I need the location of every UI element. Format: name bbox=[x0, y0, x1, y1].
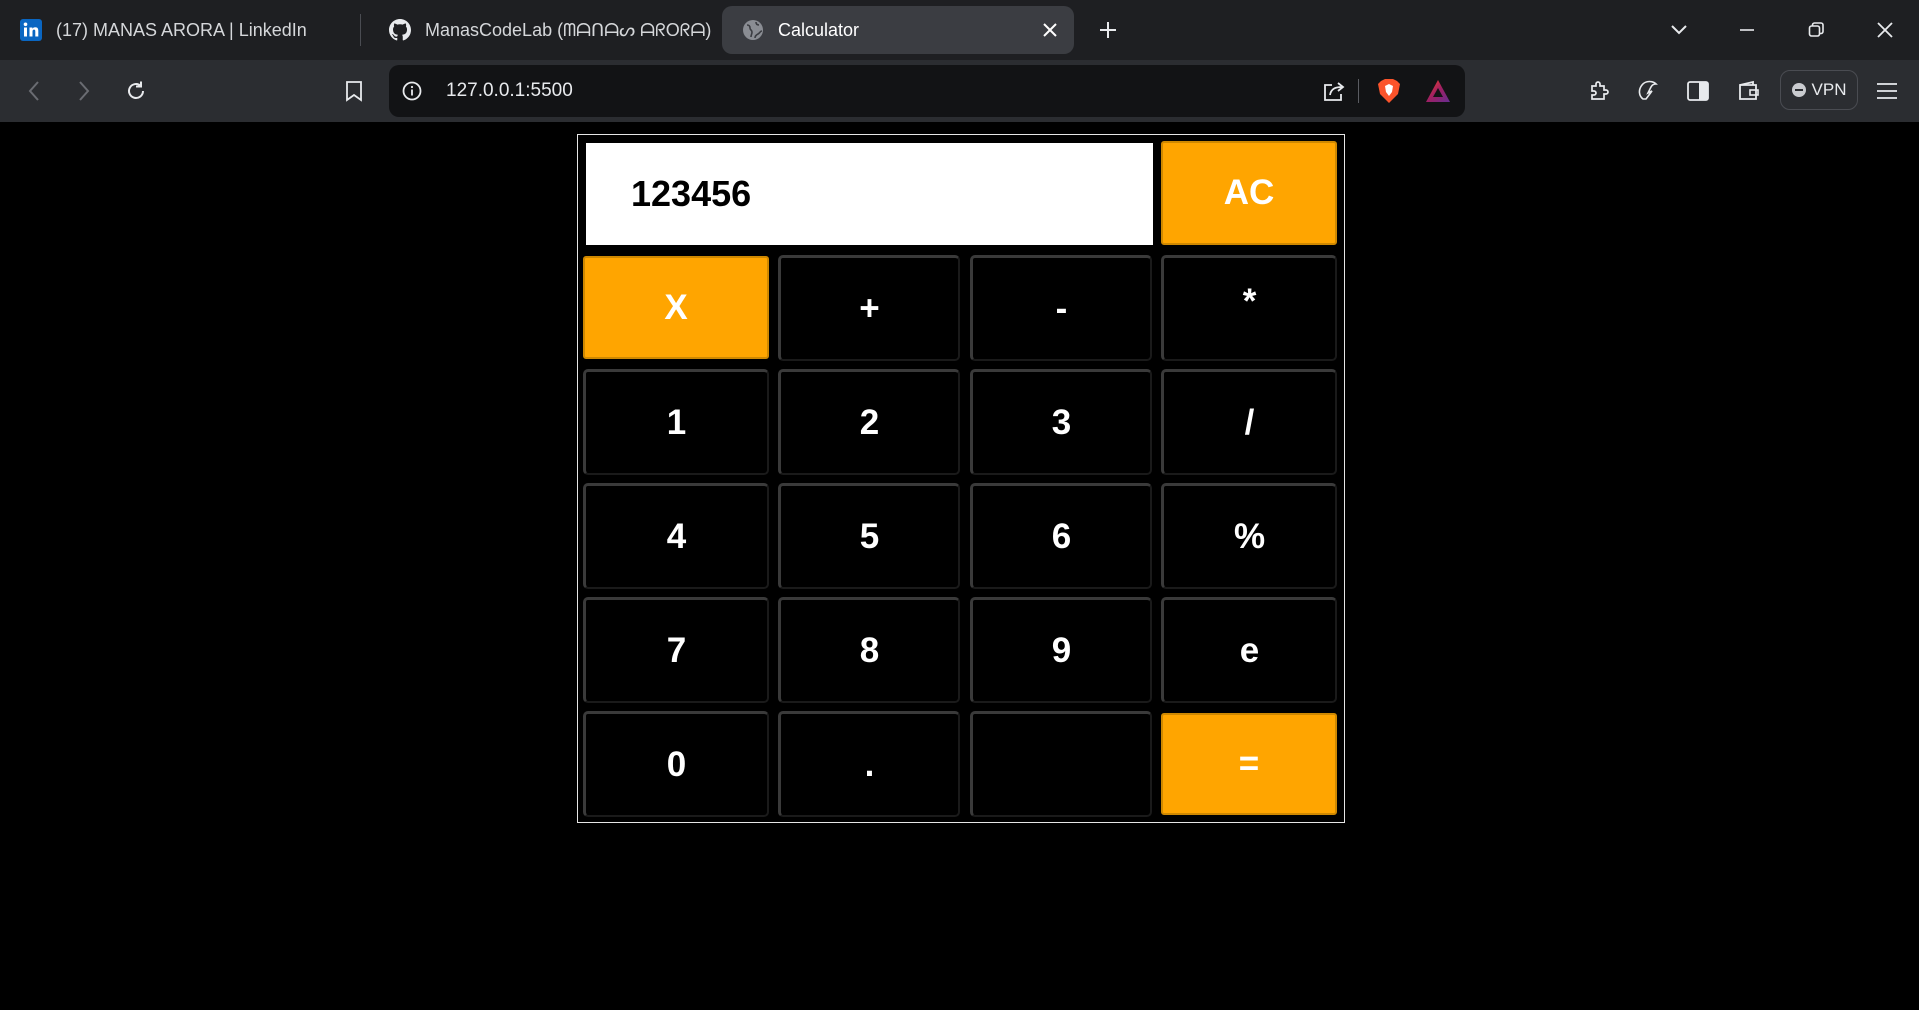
linkedin-icon bbox=[20, 19, 42, 41]
tab-strip: (17) MANAS ARORA | LinkedIn ManasCodeLab… bbox=[0, 0, 1919, 60]
restore-button[interactable] bbox=[1796, 10, 1836, 50]
calculator-display[interactable] bbox=[586, 143, 1153, 245]
key-6[interactable]: 6 bbox=[970, 483, 1152, 589]
key-equals[interactable]: = bbox=[1161, 713, 1337, 815]
brave-rewards-icon[interactable] bbox=[1421, 74, 1455, 108]
minimize-icon bbox=[1740, 29, 1754, 31]
key-blank[interactable] bbox=[970, 711, 1152, 817]
key-ac[interactable]: AC bbox=[1161, 141, 1337, 245]
key-subtract[interactable]: - bbox=[970, 255, 1152, 361]
tab-linkedin[interactable]: (17) MANAS ARORA | LinkedIn bbox=[0, 6, 356, 54]
reload-button[interactable] bbox=[118, 73, 154, 109]
leo-button[interactable] bbox=[1630, 73, 1666, 109]
hamburger-menu-icon bbox=[1877, 83, 1897, 99]
key-add[interactable]: + bbox=[778, 255, 960, 361]
leo-icon bbox=[1638, 80, 1658, 100]
key-2[interactable]: 2 bbox=[778, 369, 960, 475]
key-0[interactable]: 0 bbox=[583, 711, 769, 817]
main-menu-button[interactable] bbox=[1869, 73, 1905, 109]
forward-button[interactable] bbox=[66, 73, 102, 109]
minimize-button[interactable] bbox=[1727, 10, 1767, 50]
calculator: AC X + - * 1 2 3 / 4 5 6 % 7 8 9 e 0 . = bbox=[577, 134, 1345, 823]
key-decimal[interactable]: . bbox=[778, 711, 960, 817]
key-4[interactable]: 4 bbox=[583, 483, 769, 589]
restore-icon bbox=[1808, 22, 1824, 37]
tab-calculator[interactable]: Calculator bbox=[722, 6, 1074, 54]
share-icon[interactable] bbox=[1317, 74, 1351, 108]
arrow-left-icon bbox=[28, 81, 39, 101]
wallet-icon bbox=[1739, 80, 1759, 100]
bookmark-button[interactable] bbox=[336, 73, 372, 109]
github-icon bbox=[389, 19, 411, 41]
new-tab-button[interactable] bbox=[1092, 14, 1124, 46]
key-5[interactable]: 5 bbox=[778, 483, 960, 589]
key-divide[interactable]: / bbox=[1161, 369, 1337, 475]
key-percent[interactable]: % bbox=[1161, 483, 1337, 589]
vpn-status-icon bbox=[1791, 83, 1806, 97]
puzzle-icon bbox=[1591, 81, 1609, 100]
extensions-button[interactable] bbox=[1582, 73, 1618, 109]
wallet-button[interactable] bbox=[1731, 73, 1767, 109]
key-9[interactable]: 9 bbox=[970, 597, 1152, 703]
vpn-button[interactable]: VPN bbox=[1780, 70, 1858, 110]
info-icon[interactable] bbox=[395, 74, 429, 108]
address-bar[interactable]: 127.0.0.1:5500 bbox=[389, 65, 1465, 117]
bookmark-icon bbox=[346, 81, 362, 102]
back-button[interactable] bbox=[16, 73, 52, 109]
globe-icon bbox=[742, 19, 764, 41]
key-3[interactable]: 3 bbox=[970, 369, 1152, 475]
tab-title: Calculator bbox=[778, 19, 860, 40]
omnibox-divider bbox=[1358, 79, 1359, 103]
brave-shields-icon[interactable] bbox=[1372, 74, 1406, 108]
key-8[interactable]: 8 bbox=[778, 597, 960, 703]
browser-toolbar: 127.0.0.1:5500 VPN bbox=[0, 60, 1919, 122]
tab-title: ManasCodeLab (ᗰᗩᑎᗩᔕ ᗩᖇOᖇᗩ) bbox=[425, 19, 712, 40]
url-text: 127.0.0.1:5500 bbox=[446, 80, 573, 101]
vpn-label: VPN bbox=[1811, 80, 1847, 99]
tab-divider bbox=[360, 14, 361, 46]
key-backspace[interactable]: X bbox=[583, 256, 769, 359]
tab-title: (17) MANAS ARORA | LinkedIn bbox=[56, 19, 307, 40]
tab-github[interactable]: ManasCodeLab (ᗰᗩᑎᗩᔕ ᗩᖇOᖇᗩ) bbox=[369, 6, 715, 54]
chevron-down-icon bbox=[1671, 25, 1687, 35]
sidebar-icon bbox=[1687, 81, 1709, 101]
key-7[interactable]: 7 bbox=[583, 597, 769, 703]
key-e[interactable]: e bbox=[1161, 597, 1337, 703]
close-icon bbox=[1877, 22, 1893, 38]
tab-search-button[interactable] bbox=[1659, 10, 1699, 50]
arrow-right-icon bbox=[79, 81, 90, 101]
reload-icon bbox=[128, 81, 144, 99]
close-tab-icon[interactable] bbox=[1038, 18, 1062, 42]
close-window-button[interactable] bbox=[1865, 10, 1905, 50]
key-multiply[interactable]: * bbox=[1161, 255, 1337, 361]
plus-icon bbox=[1100, 22, 1116, 38]
key-1[interactable]: 1 bbox=[583, 369, 769, 475]
sidebar-button[interactable] bbox=[1680, 73, 1716, 109]
